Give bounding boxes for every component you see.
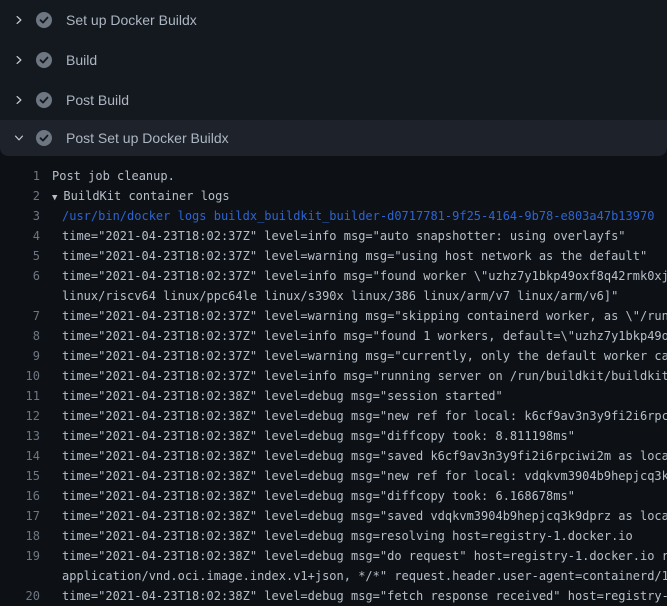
log-line-number[interactable]: 12 — [0, 406, 40, 426]
log-line-number[interactable]: 18 — [0, 526, 40, 546]
step-label: Post Set up Docker Buildx — [66, 130, 229, 146]
log-line: 9time="2021-04-23T18:02:37Z" level=warni… — [0, 346, 667, 366]
step-header-build[interactable]: Build — [0, 40, 667, 80]
log-line: 15time="2021-04-23T18:02:38Z" level=debu… — [0, 466, 667, 486]
log-text: time="2021-04-23T18:02:37Z" level=warnin… — [40, 246, 647, 266]
log-text: time="2021-04-23T18:02:38Z" level=debug … — [40, 546, 667, 566]
log-text: time="2021-04-23T18:02:38Z" level=debug … — [40, 426, 575, 446]
log-text: linux/riscv64 linux/ppc64le linux/s390x … — [40, 286, 618, 306]
log-line-number[interactable]: 1 — [0, 166, 40, 186]
log-line-number[interactable]: 6 — [0, 266, 40, 286]
log-group-toggle-icon[interactable]: ▼ — [52, 188, 57, 206]
success-check-icon — [36, 12, 52, 28]
log-line: 14time="2021-04-23T18:02:38Z" level=debu… — [0, 446, 667, 466]
log-line: 20time="2021-04-23T18:02:38Z" level=debu… — [0, 586, 667, 606]
log-line: 3/usr/bin/docker logs buildx_buildkit_bu… — [0, 206, 667, 226]
chevron-down-icon[interactable] — [13, 132, 25, 144]
log-line: 1Post job cleanup. — [0, 166, 667, 186]
log-text: time="2021-04-23T18:02:37Z" level=info m… — [40, 226, 626, 246]
log-panel: 1Post job cleanup.2 ▼ BuildKit container l… — [0, 156, 667, 606]
log-line-number[interactable]: 10 — [0, 366, 40, 386]
step-label: Build — [66, 52, 97, 68]
log-text: ▼ BuildKit container logs — [40, 186, 230, 206]
log-text: time="2021-04-23T18:02:38Z" level=debug … — [40, 486, 575, 506]
log-line-number[interactable]: 20 — [0, 586, 40, 606]
chevron-right-icon[interactable] — [13, 94, 25, 106]
log-line-number[interactable]: 16 — [0, 486, 40, 506]
log-line-number[interactable]: 4 — [0, 226, 40, 246]
log-text: time="2021-04-23T18:02:38Z" level=debug … — [40, 526, 633, 546]
log-group-label[interactable]: BuildKit container logs — [63, 189, 229, 203]
log-text: time="2021-04-23T18:02:38Z" level=debug … — [40, 506, 667, 526]
log-line-number[interactable]: 17 — [0, 506, 40, 526]
log-line-number — [0, 286, 40, 306]
log-line-number[interactable]: 9 — [0, 346, 40, 366]
log-line-number[interactable]: 2 — [0, 186, 40, 206]
step-label: Post Build — [66, 92, 129, 108]
success-check-icon — [36, 130, 52, 146]
log-line: 10time="2021-04-23T18:02:37Z" level=info… — [0, 366, 667, 386]
log-text: time="2021-04-23T18:02:38Z" level=debug … — [40, 586, 667, 606]
log-line-number[interactable]: 14 — [0, 446, 40, 466]
log-line-number[interactable]: 19 — [0, 546, 40, 566]
log-text: Post job cleanup. — [40, 166, 175, 186]
log-command-text: /usr/bin/docker logs buildx_buildkit_bui… — [40, 206, 654, 226]
log-line-wrap: linux/riscv64 linux/ppc64le linux/s390x … — [0, 286, 667, 306]
log-text: time="2021-04-23T18:02:37Z" level=info m… — [40, 326, 667, 346]
log-line: 19time="2021-04-23T18:02:38Z" level=debu… — [0, 546, 667, 566]
log-line: 5time="2021-04-23T18:02:37Z" level=warni… — [0, 246, 667, 266]
log-text: time="2021-04-23T18:02:37Z" level=info m… — [40, 366, 667, 386]
step-header-post-build[interactable]: Post Build — [0, 80, 667, 120]
log-line: 8time="2021-04-23T18:02:37Z" level=info … — [0, 326, 667, 346]
log-line: 4time="2021-04-23T18:02:37Z" level=info … — [0, 226, 667, 246]
step-label: Set up Docker Buildx — [66, 12, 197, 28]
log-line-number[interactable]: 8 — [0, 326, 40, 346]
log-line: 6time="2021-04-23T18:02:37Z" level=info … — [0, 266, 667, 286]
log-line: 16time="2021-04-23T18:02:38Z" level=debu… — [0, 486, 667, 506]
log-line-number[interactable]: 11 — [0, 386, 40, 406]
log-line-number[interactable]: 13 — [0, 426, 40, 446]
log-text: application/vnd.oci.image.index.v1+json,… — [40, 566, 667, 586]
log-line-number — [0, 566, 40, 586]
step-header-post-set-up-docker-buildx[interactable]: Post Set up Docker Buildx — [0, 120, 667, 156]
log-line: 18time="2021-04-23T18:02:38Z" level=debu… — [0, 526, 667, 546]
log-line: 7time="2021-04-23T18:02:37Z" level=warni… — [0, 306, 667, 326]
step-header-set-up-docker-buildx[interactable]: Set up Docker Buildx — [0, 0, 667, 40]
log-line-number[interactable]: 3 — [0, 206, 40, 226]
log-line-number[interactable]: 5 — [0, 246, 40, 266]
log-text: time="2021-04-23T18:02:37Z" level=info m… — [40, 266, 667, 286]
chevron-right-icon[interactable] — [13, 14, 25, 26]
log-text: time="2021-04-23T18:02:38Z" level=debug … — [40, 446, 667, 466]
log-line: 11time="2021-04-23T18:02:38Z" level=debu… — [0, 386, 667, 406]
log-text: time="2021-04-23T18:02:38Z" level=debug … — [40, 406, 667, 426]
log-line: 2 ▼ BuildKit container logs — [0, 186, 667, 206]
success-check-icon — [36, 92, 52, 108]
steps-panel: Set up Docker Buildx Build Post Build Post … — [0, 0, 667, 156]
log-line: 12time="2021-04-23T18:02:38Z" level=debu… — [0, 406, 667, 426]
log-line-wrap: application/vnd.oci.image.index.v1+json,… — [0, 566, 667, 586]
log-text: time="2021-04-23T18:02:37Z" level=warnin… — [40, 346, 667, 366]
log-text: time="2021-04-23T18:02:38Z" level=debug … — [40, 386, 503, 406]
log-line: 13time="2021-04-23T18:02:38Z" level=debu… — [0, 426, 667, 446]
log-line-number[interactable]: 7 — [0, 306, 40, 326]
success-check-icon — [36, 52, 52, 68]
log-line-number[interactable]: 15 — [0, 466, 40, 486]
log-text: time="2021-04-23T18:02:37Z" level=warnin… — [40, 306, 667, 326]
log-line: 17time="2021-04-23T18:02:38Z" level=debu… — [0, 506, 667, 526]
log-text: time="2021-04-23T18:02:38Z" level=debug … — [40, 466, 667, 486]
chevron-right-icon[interactable] — [13, 54, 25, 66]
